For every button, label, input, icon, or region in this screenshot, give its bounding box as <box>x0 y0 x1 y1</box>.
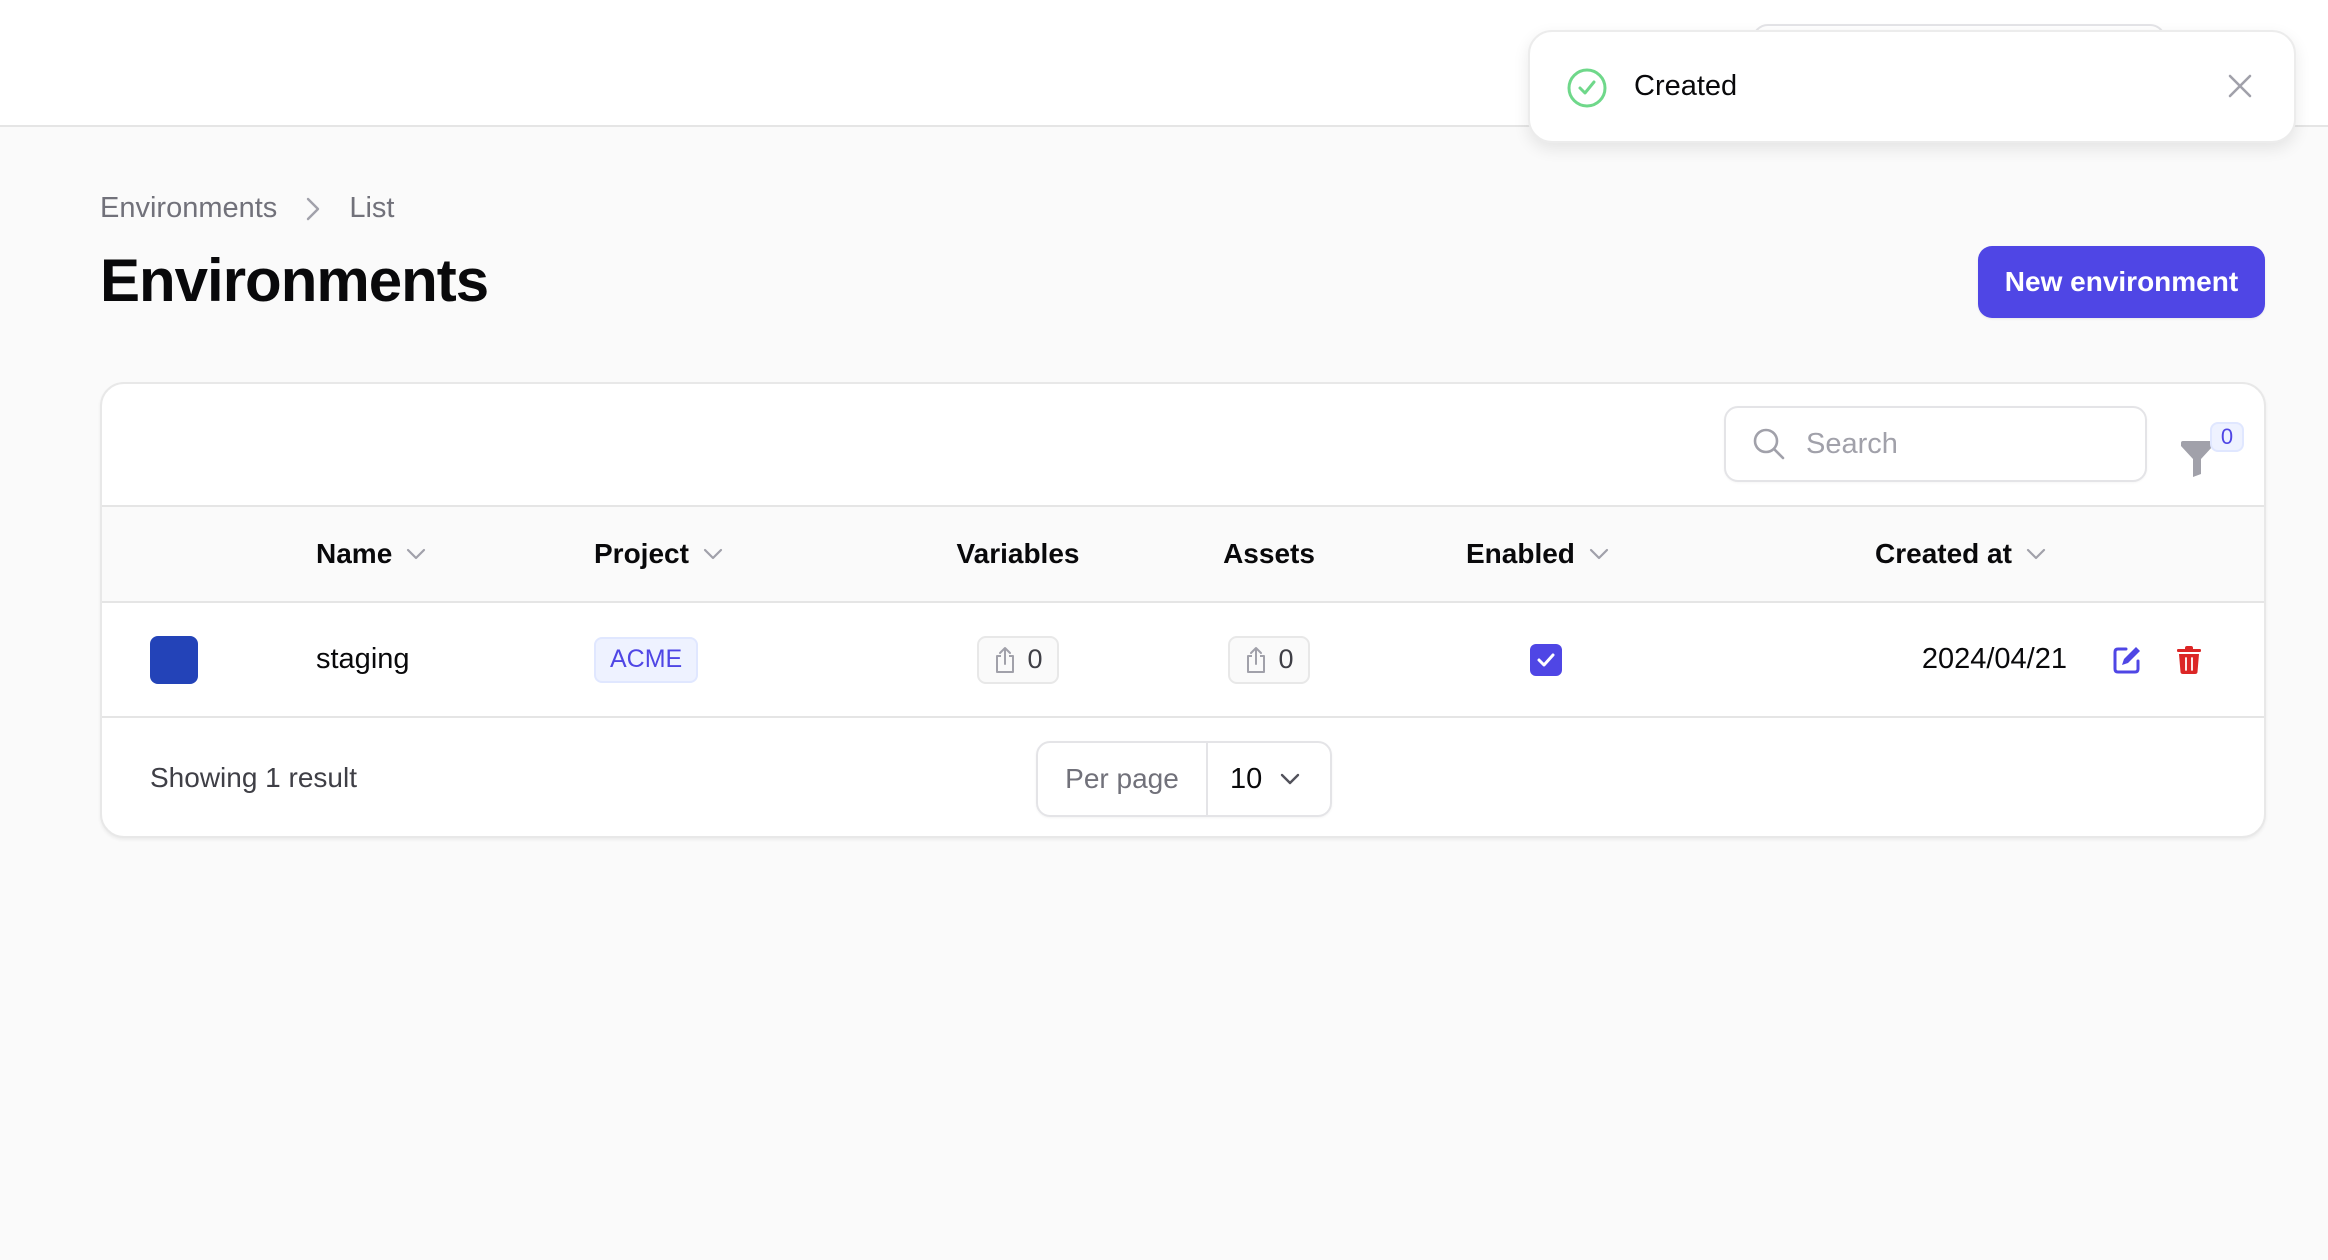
chevron-down-icon <box>1589 548 1609 560</box>
actions-cell <box>2112 603 2202 716</box>
assets-cell: 0 <box>1225 603 1313 716</box>
column-header-variables: Variables <box>956 538 1080 569</box>
table-row[interactable]: staging ACME 0 0 2024/04/21 <box>102 603 2264 718</box>
edit-icon <box>2113 646 2140 673</box>
per-page-select[interactable]: 10 <box>1208 743 1330 815</box>
share-icon <box>1247 646 1266 673</box>
column-header-name[interactable]: Name <box>316 507 426 601</box>
enabled-cell <box>1530 603 1562 716</box>
breadcrumb-item-list: List <box>349 192 395 224</box>
close-icon <box>2228 74 2252 98</box>
toast-close-button[interactable] <box>2222 68 2258 104</box>
chevron-down-icon <box>703 548 723 560</box>
search-field[interactable] <box>1724 406 2147 482</box>
table-header: Name Project Variables Assets Enabled Cr… <box>102 505 2264 603</box>
new-environment-button[interactable]: New environment <box>1978 246 2265 318</box>
page-title: Environments <box>100 247 489 314</box>
check-icon <box>1537 653 1555 666</box>
color-cell <box>150 603 198 716</box>
created-at-cell: 2024/04/21 <box>1921 643 2067 675</box>
environments-table-card: 0 Name Project Variables Assets Enabled … <box>100 382 2266 838</box>
project-badge[interactable]: ACME <box>594 636 699 683</box>
search-input[interactable] <box>1806 427 2126 461</box>
table-toolbar: 0 <box>102 384 2264 505</box>
project-cell: ACME <box>594 603 699 716</box>
result-count-text: Showing 1 result <box>150 762 358 793</box>
assets-count-button[interactable]: 0 <box>1228 635 1310 684</box>
per-page-label: Per page <box>1038 743 1208 815</box>
filter-count-badge: 0 <box>2210 422 2244 452</box>
column-header-project[interactable]: Project <box>594 507 723 601</box>
chevron-down-icon <box>407 548 426 560</box>
column-header-enabled[interactable]: Enabled <box>1466 507 1609 601</box>
chevron-down-icon <box>1281 773 1300 785</box>
name-cell: staging <box>316 643 410 675</box>
variables-cell: 0 <box>974 603 1062 716</box>
trash-icon <box>2177 645 2201 674</box>
filter-button[interactable]: 0 <box>2180 422 2244 480</box>
column-header-created-at[interactable]: Created at <box>1875 507 2046 601</box>
column-header-assets: Assets <box>1223 538 1315 569</box>
environment-color-swatch <box>150 635 198 684</box>
toast-message: Created <box>1634 70 1738 102</box>
check-circle-icon <box>1567 68 1607 108</box>
enabled-checkbox[interactable] <box>1530 643 1562 676</box>
table-footer: Showing 1 result Per page 10 <box>102 718 2264 836</box>
per-page-control: Per page 10 <box>1036 741 1332 817</box>
filter-icon <box>2181 441 2213 477</box>
edit-button[interactable] <box>2112 645 2142 675</box>
breadcrumb: Environments List <box>100 192 394 225</box>
chevron-right-icon <box>277 197 349 221</box>
breadcrumb-item-environments[interactable]: Environments <box>100 192 277 225</box>
variables-count-button[interactable]: 0 <box>977 635 1059 684</box>
search-icon <box>1753 428 1785 460</box>
chevron-down-icon <box>2026 548 2046 560</box>
share-icon <box>996 646 1015 673</box>
success-toast: Created <box>1528 30 2296 143</box>
delete-button[interactable] <box>2176 645 2202 675</box>
